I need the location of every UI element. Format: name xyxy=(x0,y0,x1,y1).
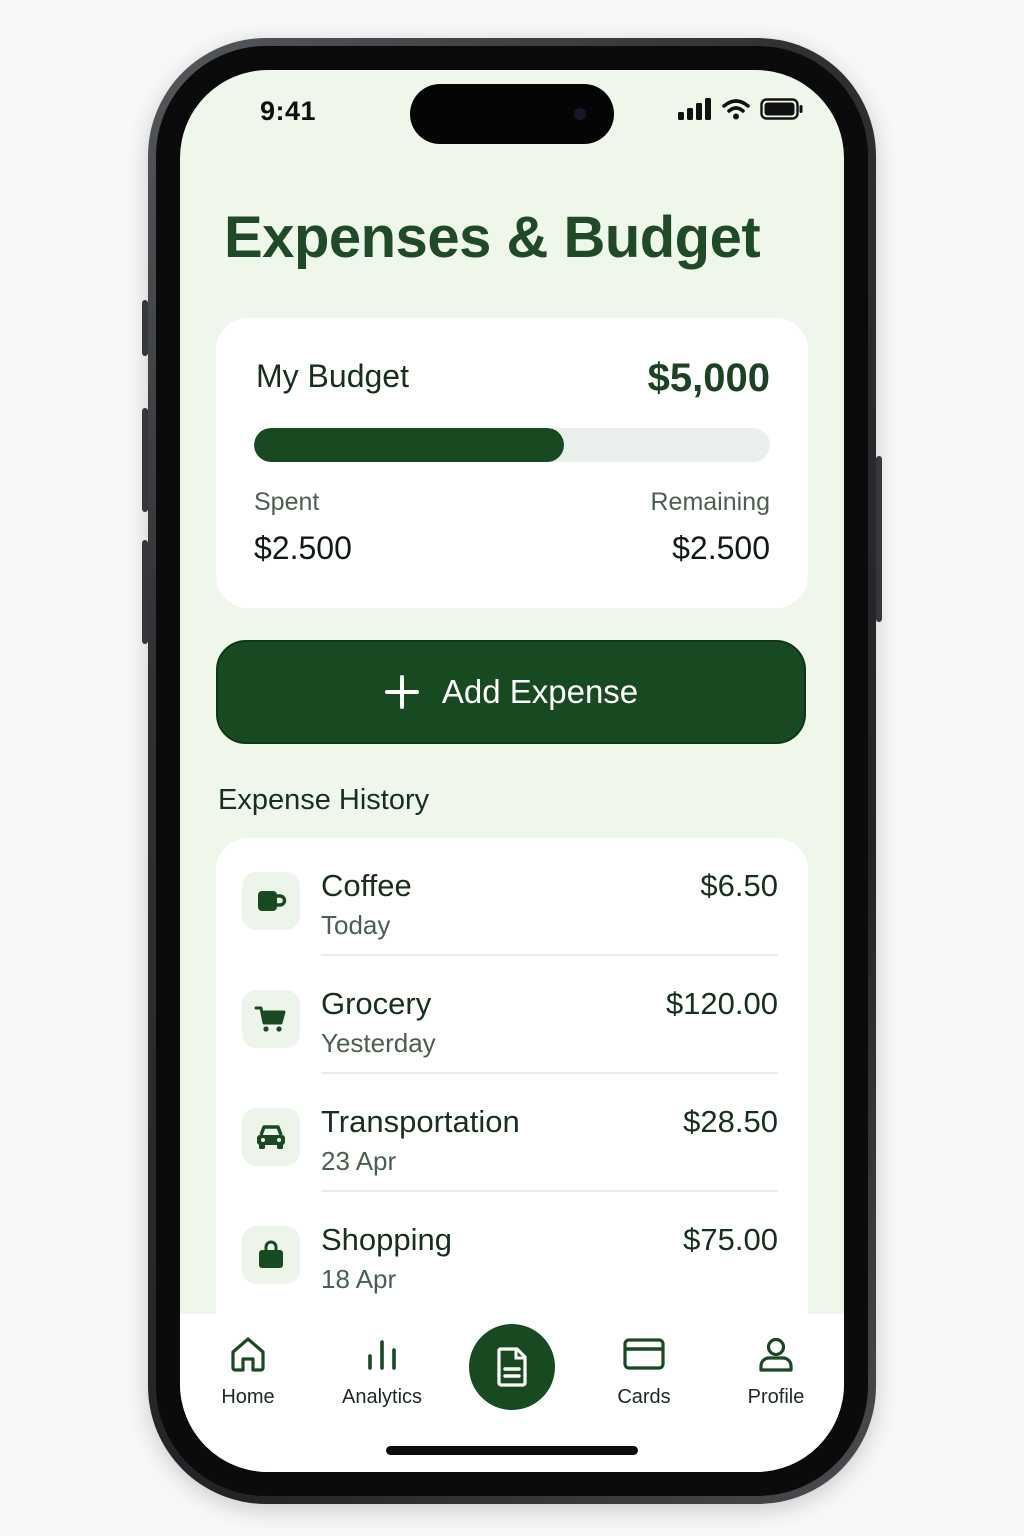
plus-icon xyxy=(384,675,419,709)
credit-card-icon xyxy=(623,1338,665,1370)
nav-label: Home xyxy=(221,1386,275,1408)
shopping-bag-icon xyxy=(259,1240,283,1268)
nav-item-documents-button[interactable] xyxy=(469,1324,555,1410)
spent-label: Spent xyxy=(254,488,320,516)
expense-history-list: Coffee Today $6.50 Grocery Yesterday $12… xyxy=(216,838,808,1358)
shopping-cart-icon xyxy=(254,1006,286,1032)
expense-amount: $6.50 xyxy=(700,868,778,903)
battery-icon xyxy=(760,98,803,120)
remaining-value: $2.500 xyxy=(672,530,770,566)
page-title: Expenses & Budget xyxy=(224,205,761,270)
budget-progress-bar xyxy=(254,428,770,462)
signal-icon xyxy=(678,98,711,120)
budget-total: $5,000 xyxy=(647,356,770,400)
expense-date: 23 Apr xyxy=(321,1146,397,1176)
expense-history-title: Expense History xyxy=(218,784,430,816)
budget-label: My Budget xyxy=(256,358,409,394)
nav-item-cards[interactable]: Cards xyxy=(584,1334,704,1409)
expense-icon-box xyxy=(242,1108,300,1166)
add-expense-label: Add Expense xyxy=(441,673,639,710)
expense-amount: $120.00 xyxy=(665,986,778,1021)
expense-name: Shopping xyxy=(321,1222,453,1257)
nav-item-profile[interactable]: Profile xyxy=(716,1334,836,1409)
expense-date: Today xyxy=(321,910,391,940)
coffee-cup-icon xyxy=(258,891,287,911)
expense-name: Coffee xyxy=(321,868,412,903)
nav-item-home[interactable]: Home xyxy=(188,1334,308,1409)
spent-value: $2.500 xyxy=(254,530,352,566)
remaining-label: Remaining xyxy=(650,488,770,516)
wifi-icon xyxy=(722,99,750,120)
nav-label: Cards xyxy=(617,1386,671,1408)
nav-label: Analytics xyxy=(341,1386,423,1408)
expense-name: Grocery xyxy=(321,986,432,1021)
expense-name: Transportation xyxy=(321,1104,520,1139)
home-indicator xyxy=(386,1446,638,1455)
status-time: 9:41 xyxy=(260,96,317,126)
car-icon xyxy=(257,1125,285,1149)
expense-item-transportation[interactable]: Transportation 23 Apr $28.50 xyxy=(216,1074,808,1192)
stage: 9:41 Expenses & Budget My Budget $5,000 … xyxy=(0,0,1024,1536)
front-camera xyxy=(574,108,586,120)
expense-date: 18 Apr xyxy=(321,1264,397,1294)
nav-item-analytics[interactable]: Analytics xyxy=(322,1334,442,1409)
expense-amount: $75.00 xyxy=(683,1222,778,1257)
budget-progress-fill xyxy=(254,428,564,462)
expense-amount: $28.50 xyxy=(683,1104,778,1139)
status-icons xyxy=(678,98,804,120)
bottom-nav: Home Analytics Cards Profile xyxy=(180,1314,844,1472)
expense-date: Yesterday xyxy=(321,1028,436,1058)
expense-item-grocery[interactable]: Grocery Yesterday $120.00 xyxy=(216,956,808,1074)
home-icon xyxy=(231,1337,265,1372)
bar-chart-icon xyxy=(368,1340,396,1370)
expense-item-coffee[interactable]: Coffee Today $6.50 xyxy=(216,838,808,956)
dynamic-island xyxy=(410,84,614,144)
expense-icon-box xyxy=(242,990,300,1048)
nav-label: Profile xyxy=(747,1386,805,1408)
user-icon xyxy=(759,1337,793,1372)
budget-card: My Budget $5,000 Spent Remaining $2.500 … xyxy=(216,318,808,608)
document-icon xyxy=(497,1347,527,1387)
expense-icon-box xyxy=(242,1226,300,1284)
expense-icon-box xyxy=(242,872,300,930)
app-screen: 9:41 Expenses & Budget My Budget $5,000 … xyxy=(180,70,844,1472)
power-button xyxy=(876,456,882,622)
add-expense-button[interactable]: Add Expense xyxy=(216,640,806,744)
expense-item-shopping[interactable]: Shopping 18 Apr $75.00 xyxy=(216,1192,808,1310)
